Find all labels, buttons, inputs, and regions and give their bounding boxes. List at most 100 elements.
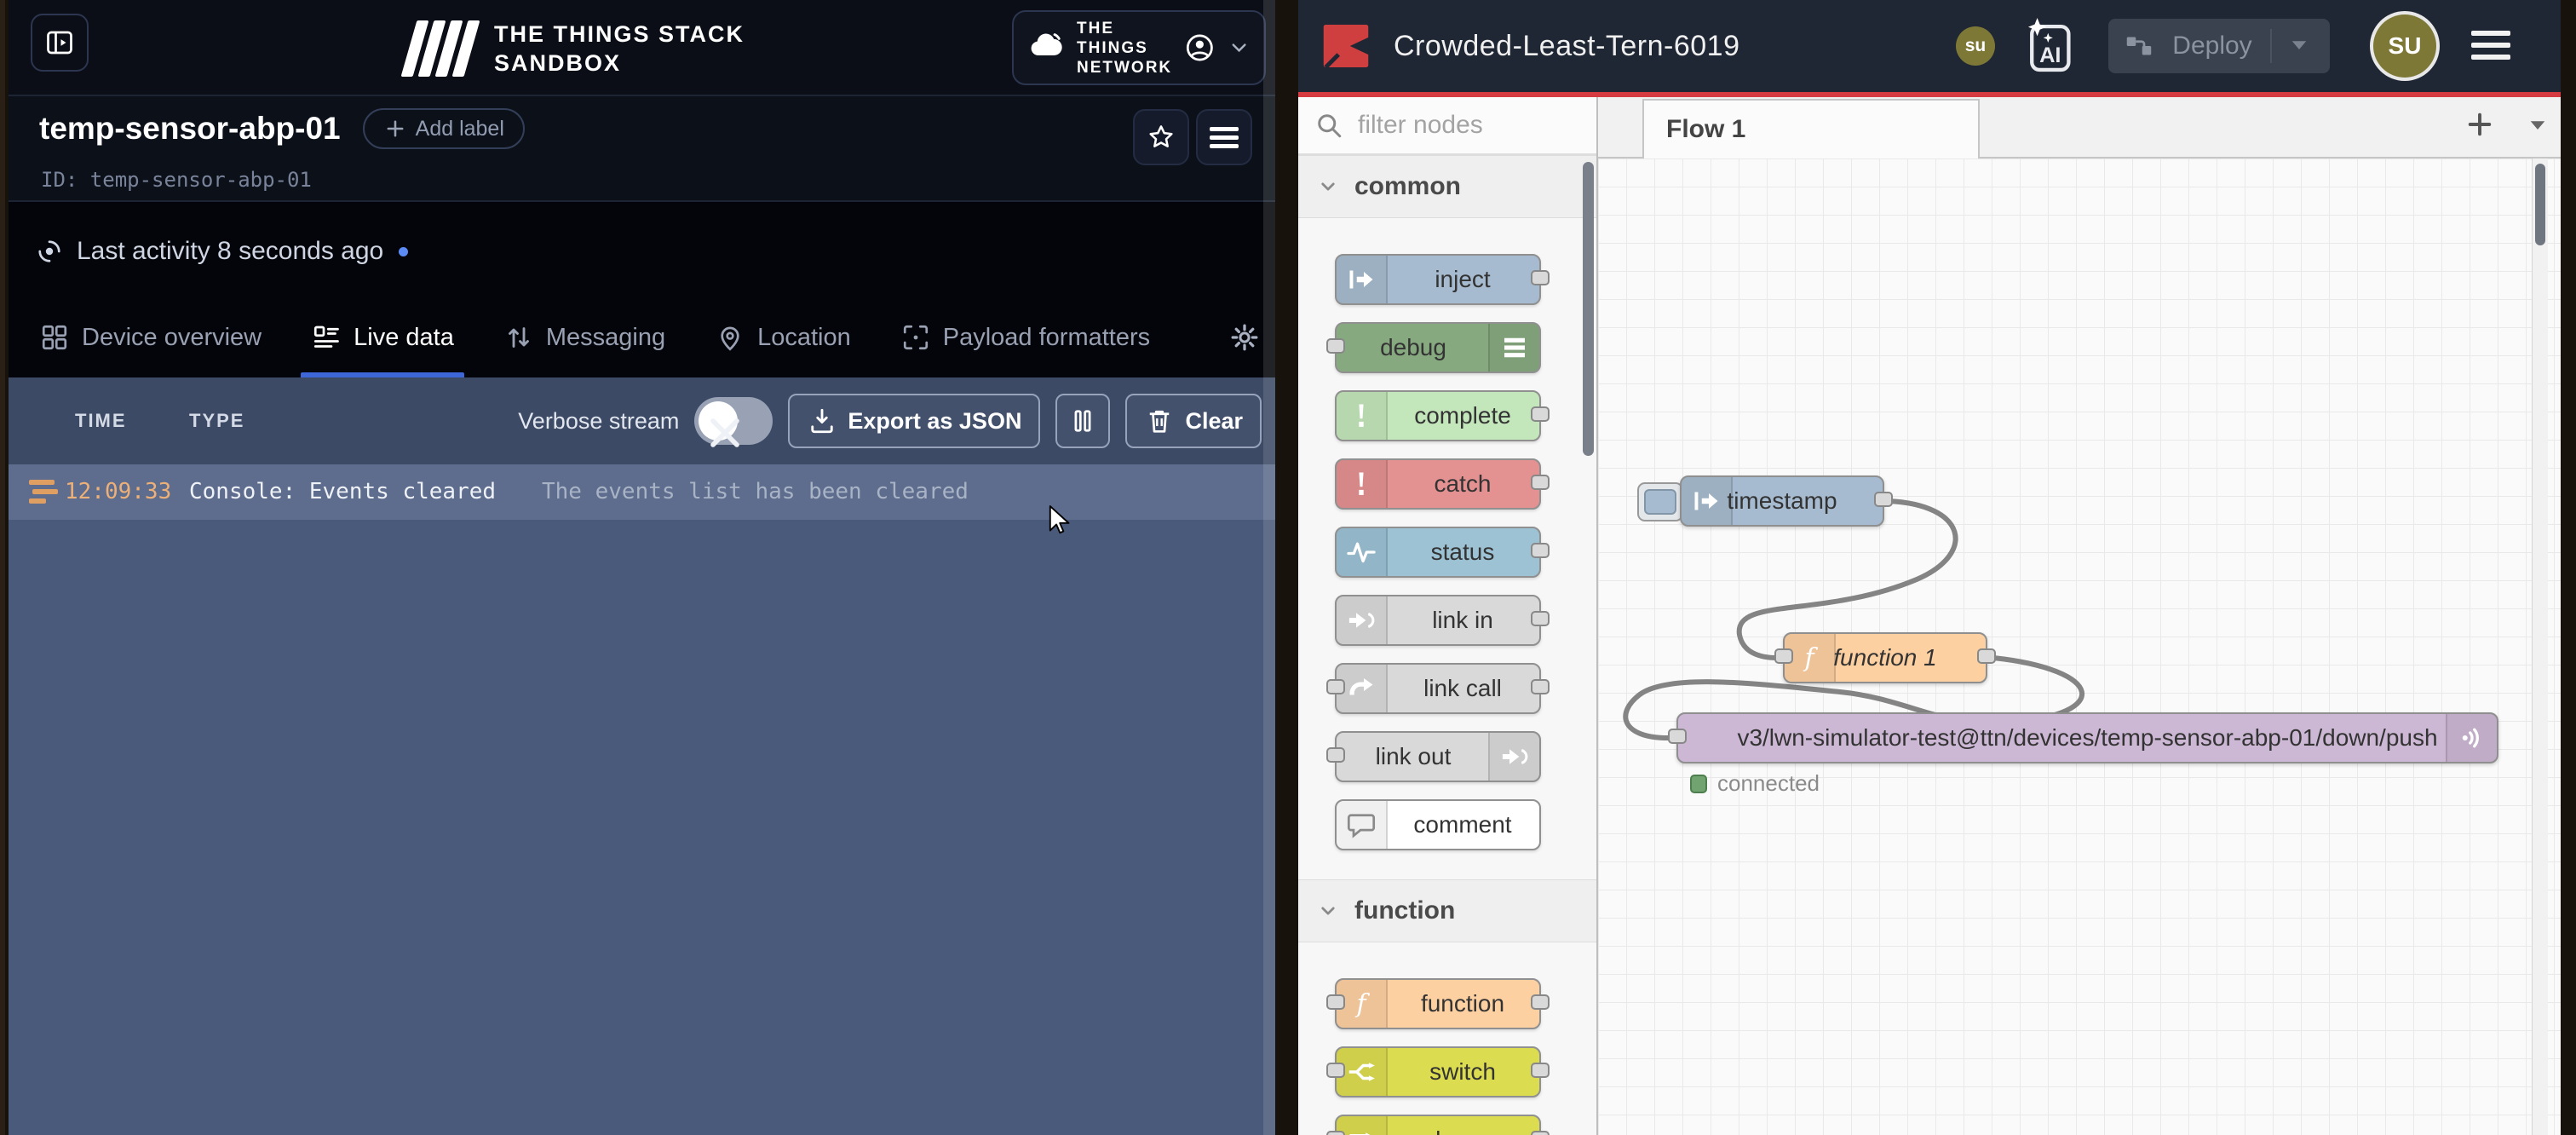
inject-trigger-button[interactable] <box>1637 482 1683 521</box>
tab-payload-formatters[interactable]: Payload formatters <box>900 296 1150 379</box>
export-json-button[interactable]: Export as JSON <box>788 394 1040 448</box>
mqtt-out-node[interactable]: v3/lwn-simulator-test@ttn/devices/temp-s… <box>1676 712 2498 763</box>
palette-node-inject[interactable]: inject <box>1335 254 1541 305</box>
workspace-tab-bar: Flow 1 <box>1598 97 2561 158</box>
location-icon <box>715 322 745 353</box>
event-row[interactable]: 12:09:33 Console: Events cleared The eve… <box>9 464 1275 520</box>
inject-icon <box>1346 264 1377 295</box>
gear-icon <box>1229 322 1260 353</box>
tab-location[interactable]: Location <box>715 296 851 379</box>
user-avatar[interactable]: SU <box>2373 14 2436 78</box>
palette-node-comment[interactable]: comment <box>1335 799 1541 850</box>
tab-label: Live data <box>354 324 454 352</box>
output-port[interactable] <box>1977 648 1996 664</box>
comment-icon <box>1346 809 1377 840</box>
ttn-top-bar: THE THINGS STACK SANDBOX THE THINGS NETW… <box>9 0 1275 96</box>
palette-node-complete[interactable]: complete <box>1335 390 1541 441</box>
flow-canvas[interactable]: timestamp f function 1 v3/lwn-simulator-… <box>1598 158 2561 1135</box>
favorite-button[interactable] <box>1133 109 1189 165</box>
add-label-button[interactable]: Add label <box>363 108 525 149</box>
output-port[interactable] <box>1531 994 1550 1010</box>
svg-text:AI: AI <box>2039 43 2061 67</box>
tab-device-overview[interactable]: Device overview <box>39 296 262 379</box>
palette-node-label: status <box>1386 528 1539 576</box>
add-flow-button[interactable] <box>2464 109 2495 140</box>
device-menu-button[interactable] <box>1196 109 1252 165</box>
cloud-icon <box>1027 27 1065 69</box>
deploy-caret-icon[interactable] <box>2284 29 2314 64</box>
network-account-badge[interactable]: THE THINGS NETWORK <box>1012 10 1266 85</box>
exclaim-icon <box>1346 400 1377 431</box>
input-port[interactable] <box>1774 648 1793 664</box>
palette-scrollbar[interactable] <box>1583 162 1594 456</box>
node-palette: common inject debug complete catch status link… <box>1298 97 1598 1135</box>
palette-node-catch[interactable]: catch <box>1335 458 1541 510</box>
column-header-type: TYPE <box>189 377 244 464</box>
deploy-button[interactable]: Deploy <box>2108 19 2330 73</box>
palette-node-status[interactable]: status <box>1335 527 1541 578</box>
output-port[interactable] <box>1874 492 1893 507</box>
output-port[interactable] <box>1531 270 1550 285</box>
input-port[interactable] <box>1326 1131 1345 1135</box>
collaborator-initials: su <box>1965 36 1987 56</box>
palette-search[interactable] <box>1298 97 1596 155</box>
output-port[interactable] <box>1531 1063 1550 1078</box>
canvas-scrollbar-thumb[interactable] <box>2535 164 2545 245</box>
debug-icon <box>1499 332 1530 363</box>
collaborator-avatar[interactable]: su <box>1956 26 1995 66</box>
palette-node-switch[interactable]: switch <box>1335 1046 1541 1098</box>
filter-nodes-input[interactable] <box>1356 110 1564 141</box>
output-port[interactable] <box>1531 406 1550 422</box>
avatar-icon <box>1184 28 1216 67</box>
verbose-stream-label: Verbose stream <box>518 408 679 435</box>
tab-label: Device overview <box>82 324 262 352</box>
search-icon <box>1314 110 1344 141</box>
input-port[interactable] <box>1326 747 1345 763</box>
event-time: 12:09:33 <box>65 479 171 504</box>
palette-category-function[interactable]: function <box>1298 879 1596 942</box>
category-label: function <box>1354 896 1455 925</box>
flow-list-button[interactable] <box>2522 109 2560 147</box>
input-port[interactable] <box>1326 679 1345 694</box>
palette-node-label: catch <box>1386 460 1539 508</box>
inject-node-timestamp[interactable]: timestamp <box>1680 475 1884 527</box>
output-port[interactable] <box>1531 611 1550 626</box>
output-port[interactable] <box>1531 1131 1550 1135</box>
ai-assistant-icon[interactable]: AI <box>2019 15 2075 77</box>
product-env: SANDBOX <box>494 49 745 78</box>
palette-category-common[interactable]: common <box>1298 155 1596 218</box>
palette-node-link-in[interactable]: link in <box>1335 595 1541 646</box>
tab-live-data[interactable]: Live data <box>311 296 454 379</box>
tab-messaging[interactable]: Messaging <box>503 296 665 379</box>
event-type-icon <box>29 480 58 508</box>
tab-label: Messaging <box>546 324 665 352</box>
menu-bars-icon <box>1210 123 1239 153</box>
output-port[interactable] <box>1531 543 1550 558</box>
output-port[interactable] <box>1531 475 1550 490</box>
input-port[interactable] <box>1668 729 1687 744</box>
clear-events-button[interactable]: Clear <box>1125 394 1262 448</box>
palette-node-change[interactable]: change <box>1335 1115 1541 1135</box>
input-port[interactable] <box>1326 994 1345 1010</box>
palette-node-link-out[interactable]: link out <box>1335 731 1541 782</box>
flow-tab[interactable]: Flow 1 <box>1642 99 1980 158</box>
ttn-scrollbar[interactable] <box>1263 0 1275 1135</box>
pause-stream-button[interactable] <box>1055 394 1110 448</box>
chevron-down-icon <box>1228 33 1251 62</box>
desktop-background: THE THINGS STACK SANDBOX THE THINGS NETW… <box>0 0 2576 1135</box>
tab-settings[interactable] <box>1229 296 1260 379</box>
palette-node-function[interactable]: ffunction <box>1335 978 1541 1029</box>
tab-label: Payload formatters <box>943 324 1150 352</box>
event-message: The events list has been cleared <box>542 479 969 504</box>
panel-toggle-icon <box>44 27 75 58</box>
canvas-scrollbar-track[interactable] <box>2532 158 2548 1135</box>
input-port[interactable] <box>1326 1063 1345 1078</box>
input-port[interactable] <box>1326 338 1345 354</box>
output-port[interactable] <box>1531 679 1550 694</box>
sidebar-toggle-button[interactable] <box>31 14 89 72</box>
function-node[interactable]: f function 1 <box>1783 632 1987 683</box>
palette-node-debug[interactable]: debug <box>1335 322 1541 373</box>
verbose-stream-toggle[interactable] <box>694 397 773 445</box>
main-menu-button[interactable] <box>2471 24 2510 66</box>
palette-node-link-call[interactable]: link call <box>1335 663 1541 714</box>
